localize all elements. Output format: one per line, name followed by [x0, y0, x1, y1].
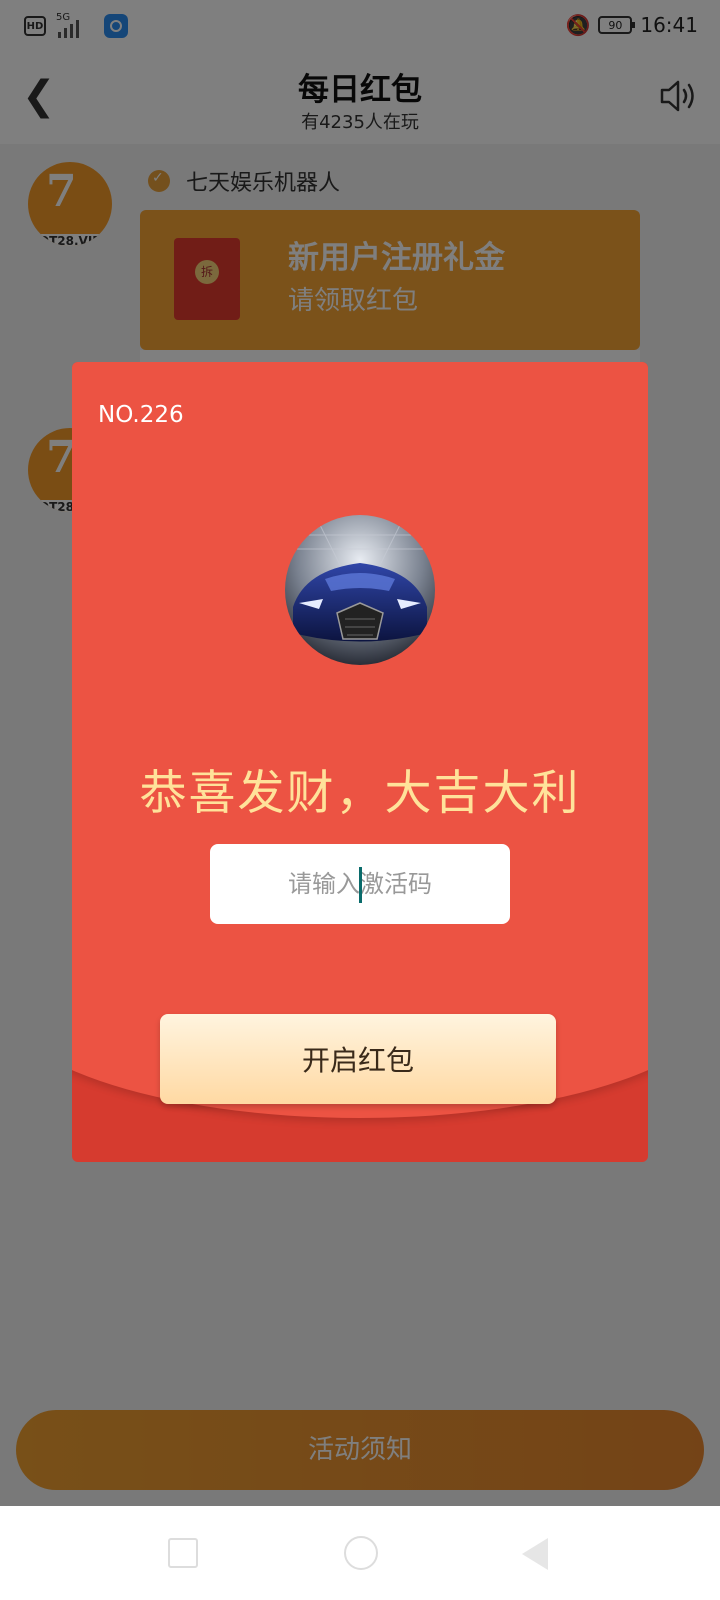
- system-nav-bar: [0, 1506, 720, 1600]
- text-cursor: [359, 867, 362, 903]
- envelope-top-flap: [72, 362, 648, 1118]
- open-red-packet-button[interactable]: 开启红包: [160, 1014, 556, 1104]
- sender-avatar-image: [285, 515, 435, 665]
- recent-apps-icon[interactable]: [168, 1538, 198, 1568]
- home-icon[interactable]: [344, 1536, 378, 1570]
- greeting-text: 恭喜发财，大吉大利: [139, 766, 581, 821]
- red-envelope-modal: NO.226 恭喜发财，大吉大利 开启红包: [72, 362, 648, 1162]
- back-triangle-icon[interactable]: [522, 1538, 548, 1570]
- envelope-number: NO.226: [98, 402, 184, 428]
